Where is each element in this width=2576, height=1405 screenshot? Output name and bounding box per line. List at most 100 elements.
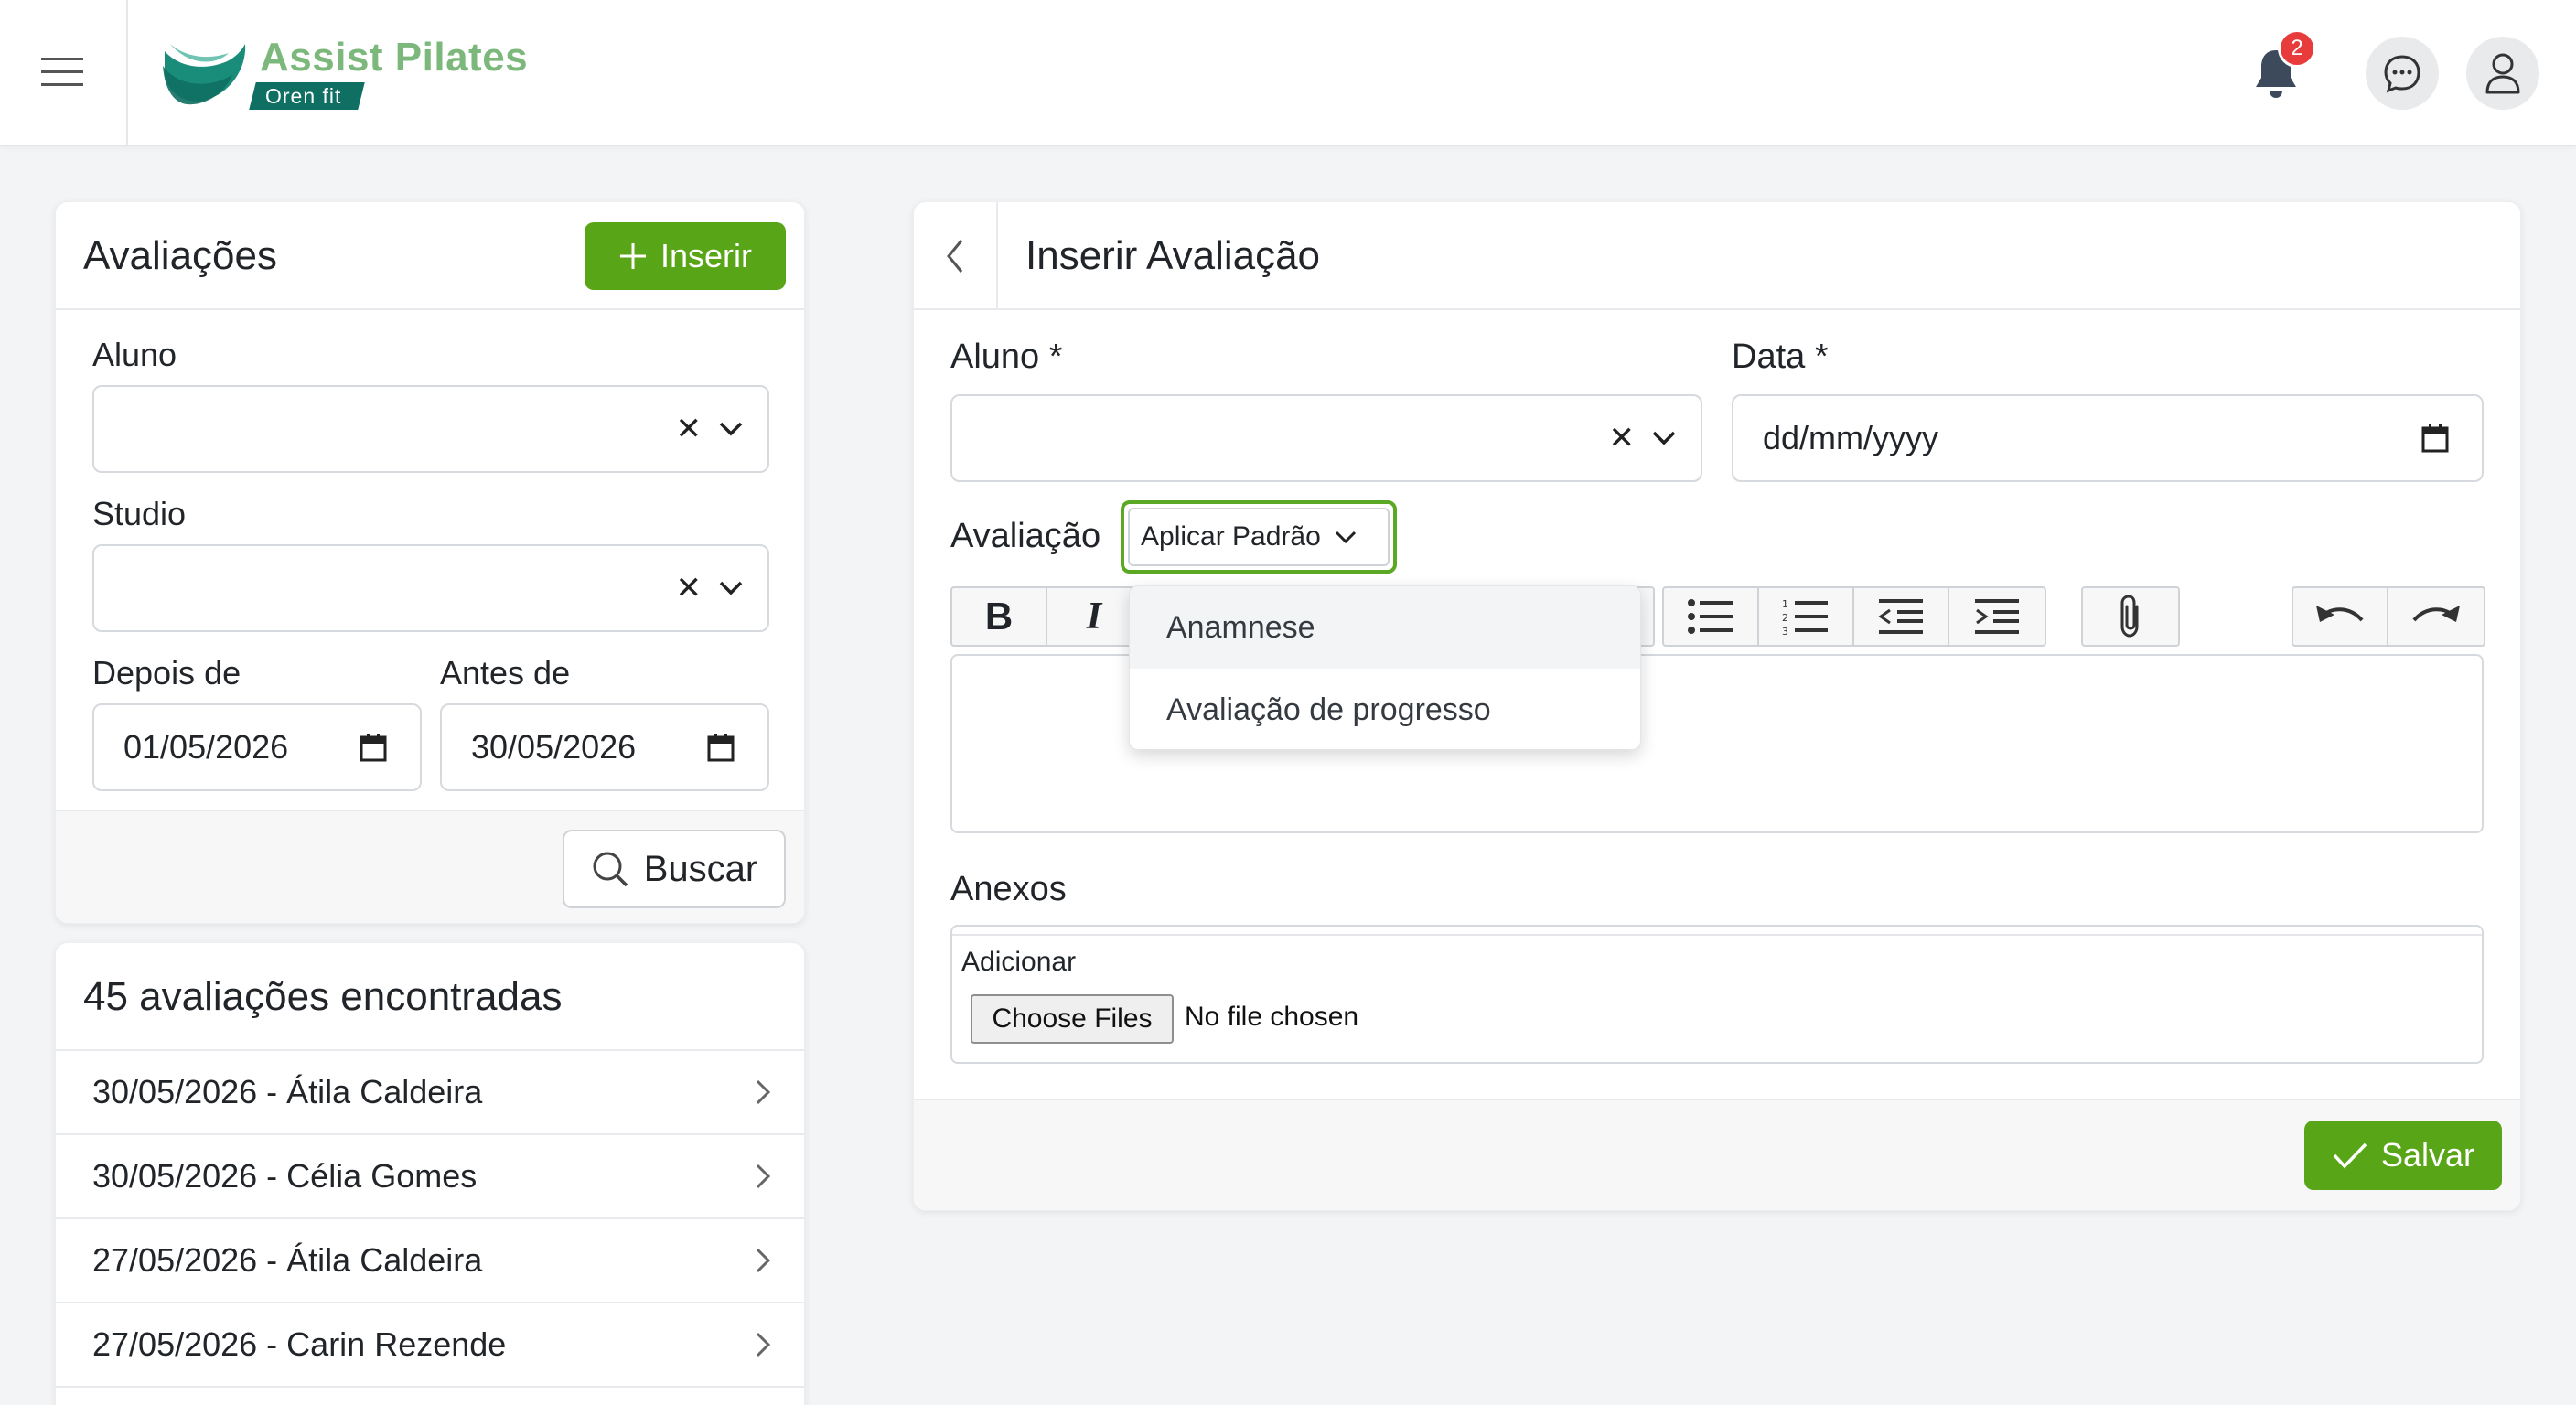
chevron-right-icon <box>756 1079 771 1105</box>
close-icon[interactable]: ✕ <box>676 411 703 447</box>
antes-de-value: 30/05/2026 <box>471 728 637 766</box>
filter-card: Avaliações Inserir Aluno ✕ Studio ✕ Depo… <box>55 201 805 924</box>
results-title: 45 avaliações encontradas <box>83 974 563 1019</box>
depois-de-input[interactable]: 01/05/2026 <box>92 703 422 791</box>
numbered-list-icon: 1 2 3 <box>1782 598 1828 636</box>
outdent-button[interactable] <box>1854 588 1949 645</box>
aluno-filter-select[interactable]: ✕ <box>92 385 769 473</box>
chat-button[interactable] <box>2366 37 2439 110</box>
data-label: Data * <box>1732 338 1829 376</box>
depois-de-value: 01/05/2026 <box>123 728 289 766</box>
indent-button[interactable] <box>1949 588 2045 645</box>
aluno-filter-label: Aluno <box>92 336 177 373</box>
svg-text:1: 1 <box>1782 598 1788 610</box>
form-card-footer: Salvar <box>914 1099 2520 1210</box>
back-button[interactable] <box>914 202 998 310</box>
close-icon[interactable]: ✕ <box>676 570 703 606</box>
top-bar: Assist Pilates Oren fit 2 <box>0 0 2576 146</box>
bold-button[interactable]: B <box>952 588 1047 645</box>
avaliacao-label: Avaliação <box>950 517 1101 555</box>
svg-text:3: 3 <box>1782 626 1788 636</box>
brand-subtitle: Oren fit <box>249 82 366 110</box>
numbered-list-button[interactable]: 1 2 3 <box>1759 588 1854 645</box>
list-item-label: 27/05/2026 - Átila Caldeira <box>92 1241 483 1279</box>
outdent-icon <box>1878 599 1923 634</box>
chevron-right-icon <box>756 1332 771 1357</box>
studio-filter-label: Studio <box>92 495 187 532</box>
form-title: Inserir Avaliação <box>1025 233 1321 278</box>
save-button[interactable]: Salvar <box>2304 1121 2502 1190</box>
aplicar-padrao-button[interactable]: Aplicar Padrão <box>1128 508 1390 566</box>
paperclip-icon <box>2120 595 2139 638</box>
list-toolbar-group: 1 2 3 <box>1662 586 2046 647</box>
list-item[interactable]: 30/05/2026 - Célia Gomes <box>56 1135 804 1219</box>
plus-icon <box>619 243 646 269</box>
search-button-label: Buscar <box>643 848 758 889</box>
data-input[interactable]: dd/mm/yyyy <box>1732 394 2484 482</box>
antes-de-input[interactable]: 30/05/2026 <box>440 703 769 791</box>
chevron-down-icon <box>1652 431 1676 445</box>
close-icon[interactable]: ✕ <box>1609 420 1636 456</box>
filter-card-footer: Buscar <box>56 810 804 923</box>
check-icon <box>2333 1142 2367 1169</box>
antes-de-label: Antes de <box>440 654 571 692</box>
chevron-right-icon <box>756 1164 771 1189</box>
attach-toolbar-group <box>2081 586 2180 647</box>
chevron-right-icon <box>756 1248 771 1273</box>
no-file-text: No file chosen <box>1185 1002 1359 1032</box>
anexos-divider <box>952 934 2482 936</box>
adicionar-label: Adicionar <box>961 947 1077 977</box>
list-item-label: 30/05/2026 - Átila Caldeira <box>92 1073 483 1110</box>
redo-icon <box>2412 606 2460 622</box>
history-toolbar-group <box>2292 586 2485 647</box>
insert-button-label: Inserir <box>660 237 753 274</box>
notification-badge: 2 <box>2278 29 2316 68</box>
hamburger-menu-button[interactable] <box>0 0 128 145</box>
aplicar-padrao-label: Aplicar Padrão <box>1141 521 1321 552</box>
bullet-list-button[interactable] <box>1664 588 1759 645</box>
form-card-header: Inserir Avaliação <box>914 202 2520 310</box>
save-button-label: Salvar <box>2380 1136 2475 1174</box>
dropdown-item-anamnese[interactable]: Anamnese <box>1130 586 1640 669</box>
insert-button[interactable]: Inserir <box>585 222 786 290</box>
chevron-down-icon <box>719 422 743 436</box>
chevron-down-icon <box>1335 531 1356 544</box>
indent-icon <box>1975 599 2019 634</box>
undo-icon <box>2316 606 2364 622</box>
brand-logo[interactable]: Assist Pilates Oren fit <box>161 33 528 115</box>
user-icon <box>2485 53 2520 94</box>
calendar-icon[interactable] <box>360 733 387 762</box>
list-item-label: 30/05/2026 - Célia Gomes <box>92 1157 478 1195</box>
svg-text:2: 2 <box>1782 612 1788 624</box>
dropdown-item-avaliacao-progresso[interactable]: Avaliação de progresso <box>1130 669 1640 749</box>
search-button[interactable]: Buscar <box>563 830 786 908</box>
results-card: 45 avaliações encontradas 30/05/2026 - Á… <box>55 942 805 1405</box>
list-item[interactable]: 27/05/2026 - Átila Caldeira <box>56 1219 804 1303</box>
data-placeholder: dd/mm/yyyy <box>1763 419 1939 456</box>
list-item[interactable]: 30/05/2026 - Átila Caldeira <box>56 1051 804 1135</box>
user-menu-button[interactable] <box>2466 37 2539 110</box>
calendar-icon[interactable] <box>2421 424 2449 453</box>
aplicar-padrao-focus-ring: Aplicar Padrão <box>1121 500 1397 574</box>
undo-button[interactable] <box>2293 588 2388 645</box>
filter-card-header: Avaliações Inserir <box>56 202 804 310</box>
anexos-label: Anexos <box>950 870 1067 908</box>
aplicar-padrao-dropdown: Anamnese Avaliação de progresso <box>1129 585 1641 750</box>
calendar-icon[interactable] <box>707 733 735 762</box>
attach-button[interactable] <box>2083 588 2178 645</box>
bullet-list-icon <box>1688 599 1733 634</box>
list-item[interactable]: 27/05/2026 - Carin Rezende <box>56 1303 804 1388</box>
brand-name: Assist Pilates <box>260 35 529 80</box>
aluno-label: Aluno * <box>950 338 1063 376</box>
choose-files-button[interactable]: Choose Files <box>971 994 1174 1044</box>
list-item-label: 27/05/2026 - Carin Rezende <box>92 1325 507 1363</box>
logo-mark <box>163 44 246 105</box>
chevron-down-icon <box>719 581 743 595</box>
hamburger-menu-icon <box>41 58 83 86</box>
filter-card-title: Avaliações <box>83 233 277 278</box>
studio-filter-select[interactable]: ✕ <box>92 544 769 632</box>
aluno-select[interactable]: ✕ <box>950 394 1702 482</box>
search-icon <box>593 852 628 887</box>
chat-icon <box>2384 55 2420 93</box>
redo-button[interactable] <box>2388 588 2484 645</box>
